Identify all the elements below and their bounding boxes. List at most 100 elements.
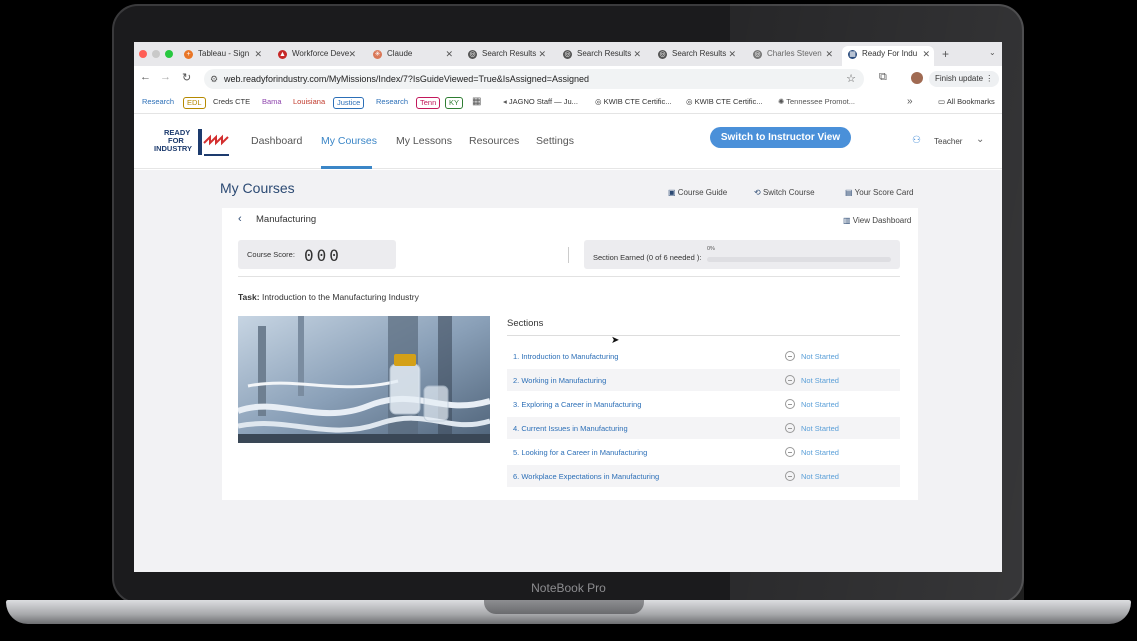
tab-label: Search Results bbox=[482, 49, 537, 58]
new-tab-button[interactable]: + bbox=[942, 47, 949, 61]
bookmark-item[interactable]: EDL bbox=[183, 97, 206, 109]
course-score-box: Course Score: 000 bbox=[238, 240, 396, 269]
bookmark-item[interactable]: Louisiana bbox=[290, 97, 328, 109]
switch-course-label: Switch Course bbox=[762, 188, 815, 197]
bookmark-item[interactable]: KY bbox=[445, 97, 464, 109]
section-link[interactable]: 4. Current Issues in Manufacturing bbox=[513, 424, 628, 433]
browser-tab[interactable]: ▲ Workforce Deve ✕ bbox=[272, 46, 360, 66]
close-tab-icon[interactable]: ✕ bbox=[633, 46, 641, 62]
close-tab-icon[interactable]: ✕ bbox=[254, 46, 262, 62]
status-minus-icon bbox=[785, 423, 795, 433]
browser-tab[interactable]: ✳ Claude ✕ bbox=[367, 46, 457, 66]
maximize-window-button[interactable] bbox=[165, 50, 173, 58]
nav-my-courses[interactable]: My Courses bbox=[321, 135, 377, 147]
section-row[interactable]: 5. Looking for a Career in Manufacturing… bbox=[507, 441, 900, 463]
forward-arrow-icon[interactable]: → bbox=[160, 71, 171, 83]
bookmark-item[interactable]: Creds CTE bbox=[210, 97, 253, 109]
browser-tab[interactable]: ◎ Charles Steven ✕ bbox=[747, 46, 837, 66]
section-link[interactable]: 1. Introduction to Manufacturing bbox=[513, 352, 618, 361]
browser-tab-active[interactable]: ▦ Ready For Indu ✕ bbox=[842, 46, 934, 66]
divider bbox=[507, 335, 900, 336]
bookmark-item[interactable]: Tenn bbox=[416, 97, 441, 109]
bookmark-item[interactable]: Bama bbox=[259, 97, 285, 109]
url-field[interactable]: ⚙ web.readyforindustry.com/MyMissions/In… bbox=[204, 69, 864, 89]
reload-icon[interactable]: ↻ bbox=[182, 71, 191, 84]
switch-course-button[interactable]: ⟲ Switch Course bbox=[754, 188, 815, 197]
double-chevron-icon[interactable]: » bbox=[907, 96, 913, 107]
claude-icon: ✳ bbox=[373, 50, 382, 59]
device-brand: NoteBook Pro bbox=[531, 581, 606, 595]
section-status: Not Started bbox=[801, 376, 839, 385]
score-card-label: Your Score Card bbox=[854, 188, 914, 197]
browser-tab[interactable]: + Tableau - Sign ✕ bbox=[178, 46, 266, 66]
back-chevron-icon[interactable]: ‹ bbox=[238, 213, 242, 225]
section-row[interactable]: 2. Working in Manufacturing Not Started bbox=[507, 369, 900, 391]
close-tab-icon[interactable]: ✕ bbox=[825, 46, 833, 62]
nav-my-lessons[interactable]: My Lessons bbox=[396, 135, 452, 147]
section-link[interactable]: 3. Exploring a Career in Manufacturing bbox=[513, 400, 641, 409]
close-tab-icon[interactable]: ✕ bbox=[348, 46, 356, 62]
close-tab-icon[interactable]: ✕ bbox=[922, 46, 930, 62]
view-dashboard-label: View Dashboard bbox=[852, 216, 912, 225]
logo-text: READY FOR INDUSTRY bbox=[154, 129, 192, 153]
logo-line: INDUSTRY bbox=[154, 144, 193, 153]
section-link[interactable]: 5. Looking for a Career in Manufacturing bbox=[513, 448, 647, 457]
bookmark-item[interactable]: ◎ KWIB CTE Certific... bbox=[592, 97, 675, 109]
bookmark-item[interactable]: ✺ Tennessee Promot... bbox=[775, 97, 858, 109]
browser-tab[interactable]: ◎ Search Results ✕ bbox=[652, 46, 740, 66]
score-card-button[interactable]: ▤ Your Score Card bbox=[845, 188, 914, 197]
chevron-down-icon[interactable]: ⌄ bbox=[976, 134, 984, 145]
tab-label: Charles Steven bbox=[767, 49, 822, 58]
apps-grid-icon[interactable]: ▦ bbox=[472, 96, 481, 107]
browser-tab[interactable]: ◎ Search Results ✕ bbox=[462, 46, 550, 66]
all-bookmarks-button[interactable]: ▭ All Bookmarks bbox=[935, 97, 998, 109]
status-minus-icon bbox=[785, 471, 795, 481]
course-guide-button[interactable]: ▣ Course Guide bbox=[668, 188, 727, 197]
view-dashboard-button[interactable]: ▥ View Dashboard bbox=[843, 216, 911, 225]
globe-icon: ◎ bbox=[753, 50, 762, 59]
site-settings-icon[interactable]: ⚙ bbox=[210, 69, 218, 89]
task-title: Introduction to the Manufacturing Indust… bbox=[261, 292, 419, 302]
finish-update-button[interactable]: Finish update ⋮ bbox=[929, 71, 999, 87]
close-window-button[interactable] bbox=[139, 50, 147, 58]
section-row[interactable]: 3. Exploring a Career in Manufacturing N… bbox=[507, 393, 900, 415]
app-header: READY FOR INDUSTRY Dashboard My Courses … bbox=[134, 115, 1002, 169]
section-row[interactable]: 1. Introduction to Manufacturing Not Sta… bbox=[507, 345, 900, 367]
progress-bar bbox=[707, 257, 891, 262]
bookmark-item[interactable]: ◎ KWIB CTE Certific... bbox=[683, 97, 766, 109]
bookmark-item[interactable]: Research bbox=[139, 97, 177, 109]
minimize-window-button[interactable] bbox=[152, 50, 160, 58]
bookmark-star-icon[interactable]: ☆ bbox=[846, 69, 856, 89]
bookmark-item[interactable]: Research bbox=[373, 97, 411, 109]
search-results-icon: ◎ bbox=[563, 50, 572, 59]
back-arrow-icon[interactable]: ← bbox=[140, 71, 151, 83]
switch-to-instructor-button[interactable]: Switch to Instructor View bbox=[710, 127, 851, 148]
tab-list-chevron-icon[interactable]: ⌄ bbox=[989, 48, 996, 57]
browser-tab[interactable]: ◎ Search Results ✕ bbox=[557, 46, 645, 66]
close-tab-icon[interactable]: ✕ bbox=[538, 46, 546, 62]
task-label: Task: bbox=[238, 292, 260, 302]
user-icon[interactable]: ⚇ bbox=[912, 135, 921, 146]
section-link[interactable]: 6. Workplace Expectations in Manufacturi… bbox=[513, 472, 659, 481]
nav-settings[interactable]: Settings bbox=[536, 135, 574, 147]
avatar[interactable] bbox=[911, 72, 923, 84]
course-score-value: 000 bbox=[304, 246, 342, 265]
ready-for-industry-icon: ▦ bbox=[848, 50, 857, 59]
user-role-label[interactable]: Teacher bbox=[934, 137, 962, 146]
nav-dashboard[interactable]: Dashboard bbox=[251, 135, 302, 147]
section-link[interactable]: 2. Working in Manufacturing bbox=[513, 376, 606, 385]
section-earned-percent: 0% bbox=[707, 246, 715, 252]
mouse-cursor-icon: ➤ bbox=[611, 335, 620, 346]
bookmark-item[interactable]: ◂ JAGNO Staff — Ju... bbox=[500, 97, 581, 109]
close-tab-icon[interactable]: ✕ bbox=[728, 46, 736, 62]
course-name: Manufacturing bbox=[256, 214, 317, 225]
extensions-icon[interactable]: ⧉ bbox=[879, 71, 887, 84]
bookmark-icon: ✺ bbox=[778, 97, 787, 106]
nav-resources[interactable]: Resources bbox=[469, 135, 519, 147]
section-row[interactable]: 6. Workplace Expectations in Manufacturi… bbox=[507, 465, 900, 487]
bookmark-label: KWIB CTE Certific... bbox=[694, 97, 763, 106]
close-tab-icon[interactable]: ✕ bbox=[445, 46, 453, 62]
ready-for-industry-logo[interactable]: READY FOR INDUSTRY bbox=[154, 125, 230, 157]
section-row[interactable]: 4. Current Issues in Manufacturing Not S… bbox=[507, 417, 900, 439]
bookmark-item[interactable]: Justice bbox=[333, 97, 365, 109]
